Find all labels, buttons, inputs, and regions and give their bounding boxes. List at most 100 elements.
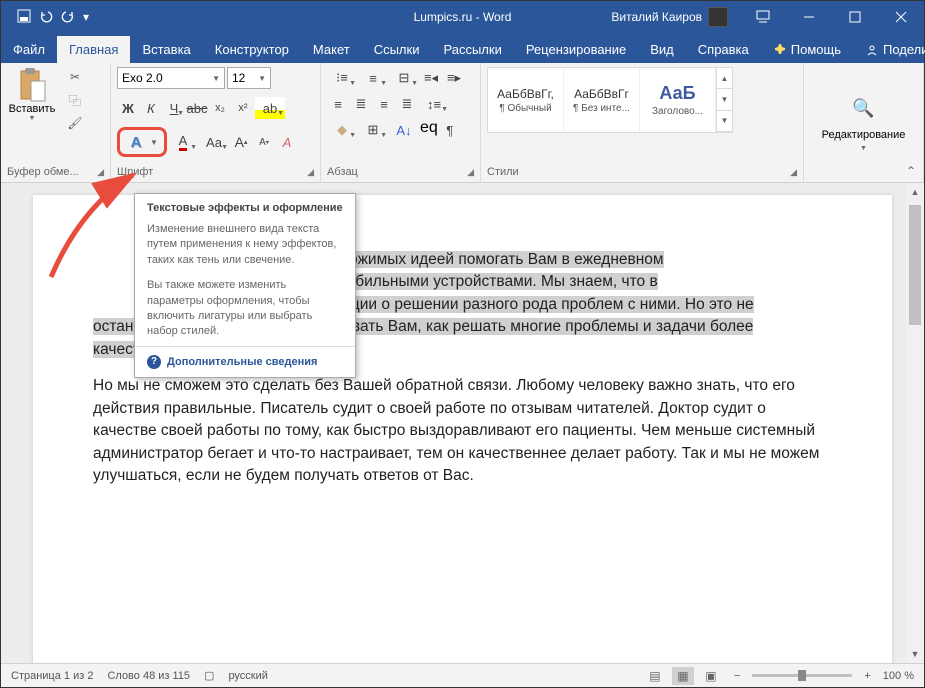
zoom-slider[interactable] <box>752 674 852 677</box>
numbering-button[interactable]: ≡▼ <box>358 67 388 89</box>
group-paragraph-label: Абзац <box>327 166 358 178</box>
styles-gallery[interactable]: АаБбВвГг, ¶ Обычный АаБбВвГг ¶ Без инте.… <box>487 67 733 133</box>
zoom-out-button[interactable]: − <box>728 670 746 682</box>
status-proofing-icon[interactable]: ▢ <box>204 669 214 682</box>
scroll-up-icon[interactable]: ▲ <box>906 183 924 201</box>
text-effects-highlighted: A ▼ <box>117 127 167 157</box>
bullets-button[interactable]: ⁝≡▼ <box>327 67 357 89</box>
close-button[interactable] <box>878 1 924 33</box>
status-page[interactable]: Страница 1 из 2 <box>11 670 93 682</box>
tell-me-button[interactable]: Помощь <box>761 36 853 63</box>
copy-icon[interactable]: ⿻ <box>65 90 85 110</box>
window-title: Lumpics.ru - Word <box>414 10 512 24</box>
minimize-button[interactable] <box>786 1 832 33</box>
styles-dialog-launcher[interactable]: ◢ <box>790 167 797 178</box>
style-nospacing[interactable]: АаБбВвГг ¶ Без инте... <box>564 68 640 132</box>
bold-button[interactable]: Ж <box>117 97 139 119</box>
align-left-button[interactable]: ≡ <box>327 93 349 115</box>
align-right-button[interactable]: ≡ <box>373 93 395 115</box>
highlight-button[interactable]: ab▼ <box>255 97 285 119</box>
font-size-combo[interactable]: 12▼ <box>227 67 271 89</box>
tooltip-more-link[interactable]: ? Дополнительные сведения <box>135 346 355 377</box>
tooltip-body1: Изменение внешнего вида текста путем при… <box>135 218 355 274</box>
strikethrough-button[interactable]: abc <box>186 97 208 119</box>
maximize-button[interactable] <box>832 1 878 33</box>
paste-button[interactable]: Вставить <box>9 103 56 115</box>
superscript-button[interactable]: x² <box>232 97 254 119</box>
group-font: Exo 2.0▼ 12▼ Ж К Ч▼ abc x₂ x² ab▼ A ▼ <box>111 63 321 182</box>
avatar[interactable] <box>708 7 728 27</box>
change-case-button[interactable]: Aa▼ <box>199 131 229 153</box>
view-print-icon[interactable]: ▦ <box>672 667 694 685</box>
style-heading1[interactable]: АаБ Заголово... <box>640 68 716 132</box>
font-name-combo[interactable]: Exo 2.0▼ <box>117 67 225 89</box>
autosave-icon[interactable] <box>17 9 31 26</box>
status-words[interactable]: Слово 48 из 115 <box>107 670 190 682</box>
increase-indent-button[interactable]: ≡▸ <box>443 67 465 89</box>
sort-button[interactable]: A↓ <box>389 119 419 141</box>
view-web-icon[interactable]: ▣ <box>700 667 722 685</box>
find-icon[interactable]: 🔍 <box>852 98 874 119</box>
font-dialog-launcher[interactable]: ◢ <box>307 167 314 178</box>
paste-icon[interactable] <box>17 67 47 103</box>
tab-view[interactable]: Вид <box>638 36 686 63</box>
user-name[interactable]: Виталий Каиров <box>611 10 702 24</box>
multilevel-button[interactable]: ⊟▼ <box>389 67 419 89</box>
group-paragraph: ⁝≡▼ ≡▼ ⊟▼ ≡◂ ≡▸ ≡ ≣ ≡ ≣ ↕≡▼ ◆▼ ⊞▼ A↓ eq¶… <box>321 63 481 182</box>
subscript-button[interactable]: x₂ <box>209 97 231 119</box>
redo-icon[interactable] <box>61 9 75 26</box>
tab-review[interactable]: Рецензирование <box>514 36 638 63</box>
tab-layout[interactable]: Макет <box>301 36 362 63</box>
underline-button[interactable]: Ч▼ <box>163 97 185 119</box>
status-language[interactable]: русский <box>228 670 267 682</box>
gallery-up[interactable]: ▲ <box>717 68 732 89</box>
help-icon: ? <box>147 355 161 369</box>
shrink-font-button[interactable]: A▾ <box>253 131 275 153</box>
zoom-in-button[interactable]: + <box>858 670 876 682</box>
align-center-button[interactable]: ≣ <box>350 93 372 115</box>
paragraph-2: Но мы не сможем это сделать без Вашей об… <box>93 375 832 487</box>
editing-button[interactable]: Редактирование <box>822 129 906 141</box>
tab-home[interactable]: Главная <box>57 36 130 63</box>
undo-icon[interactable] <box>39 9 53 26</box>
grow-font-button[interactable]: A▴ <box>230 131 252 153</box>
style-normal[interactable]: АаБбВвГг, ¶ Обычный <box>488 68 564 132</box>
tab-insert[interactable]: Вставка <box>130 36 202 63</box>
scroll-down-icon[interactable]: ▼ <box>906 645 924 663</box>
font-color-button[interactable]: A▼ <box>168 131 198 153</box>
tab-file[interactable]: Файл <box>1 36 57 63</box>
format-painter-icon[interactable]: 🖌 <box>65 113 85 133</box>
qat-more-icon[interactable]: ▾ <box>83 10 89 24</box>
vertical-scrollbar[interactable]: ▲ ▼ <box>906 183 924 663</box>
clipboard-dialog-launcher[interactable]: ◢ <box>97 167 104 178</box>
text-effects-dropdown[interactable]: ▼ <box>148 132 160 152</box>
italic-button[interactable]: К <box>140 97 162 119</box>
scroll-thumb[interactable] <box>909 205 921 325</box>
zoom-level[interactable]: 100 % <box>883 670 914 682</box>
group-font-label: Шрифт <box>117 166 153 178</box>
decrease-indent-button[interactable]: ≡◂ <box>420 67 442 89</box>
show-pilcrow-button[interactable]: ¶ <box>439 119 461 141</box>
shading-button[interactable]: ◆▼ <box>327 119 357 141</box>
tab-design[interactable]: Конструктор <box>203 36 301 63</box>
share-button[interactable]: Поделиться <box>853 36 925 63</box>
align-justify-button[interactable]: ≣ <box>396 93 418 115</box>
tooltip-body2: Вы также можете изменить параметры оформ… <box>135 274 355 346</box>
tab-help[interactable]: Справка <box>686 36 761 63</box>
collapse-ribbon-icon[interactable]: ⌃ <box>906 164 916 178</box>
ribbon-options-button[interactable] <box>740 1 786 33</box>
borders-button[interactable]: ⊞▼ <box>358 119 388 141</box>
group-clipboard-label: Буфер обме... <box>7 166 79 178</box>
cut-icon[interactable]: ✂ <box>65 67 85 87</box>
paragraph-dialog-launcher[interactable]: ◢ <box>467 167 474 178</box>
gallery-more[interactable]: ▼ <box>717 111 732 132</box>
gallery-down[interactable]: ▼ <box>717 89 732 110</box>
ribbon-tabs: Файл Главная Вставка Конструктор Макет С… <box>1 33 924 63</box>
ribbon: Вставить ▼ ✂ ⿻ 🖌 Буфер обме... ◢ Exo 2.0▼… <box>1 63 924 183</box>
tab-references[interactable]: Ссылки <box>362 36 432 63</box>
clear-formatting-button[interactable]: A <box>276 131 298 153</box>
line-spacing-button[interactable]: ↕≡▼ <box>419 93 449 115</box>
text-effects-button[interactable]: A <box>124 132 148 152</box>
view-read-icon[interactable]: ▤ <box>644 667 666 685</box>
tab-mailings[interactable]: Рассылки <box>431 36 513 63</box>
